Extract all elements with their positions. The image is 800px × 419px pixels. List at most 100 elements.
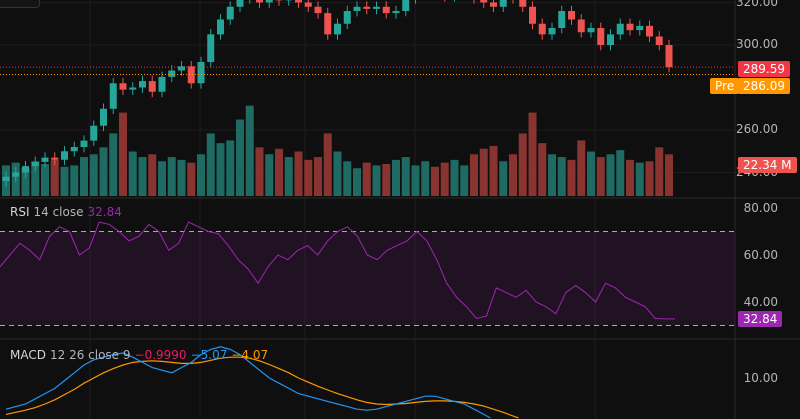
volume-bar xyxy=(411,165,420,196)
candle-body xyxy=(343,11,351,24)
volume-bar xyxy=(596,157,605,196)
candle-body xyxy=(538,23,546,35)
volume-bar xyxy=(616,150,625,196)
volume-bar xyxy=(343,161,352,196)
candle-body xyxy=(636,25,644,31)
candle-body xyxy=(265,0,273,3)
rsi-axis-40: 40.00 xyxy=(743,295,778,309)
candle-body xyxy=(158,76,166,92)
candle-body xyxy=(12,172,20,177)
candle-body xyxy=(51,157,59,160)
macd-legend[interactable]: MACD 12 26 close 9 −0.9990 −5.07 −4.07 xyxy=(10,348,272,362)
candle-body xyxy=(187,66,195,84)
volume-bar xyxy=(655,147,664,196)
volume-bar xyxy=(548,154,556,196)
candle-body xyxy=(314,6,322,14)
candle-body xyxy=(353,6,361,11)
toolbar-button[interactable] xyxy=(0,0,40,8)
candle-body xyxy=(2,176,10,181)
candle-body xyxy=(665,45,673,68)
candle-body xyxy=(295,0,302,3)
volume-bar xyxy=(509,154,517,196)
volume-bar xyxy=(216,143,225,196)
volume-bar xyxy=(440,162,449,196)
candle-body xyxy=(148,81,156,92)
volume-bar xyxy=(362,162,371,196)
candle-body xyxy=(363,6,371,9)
volume-bar xyxy=(70,165,79,196)
candle-body xyxy=(197,62,205,84)
macd-params: 12 26 close 9 xyxy=(49,348,131,362)
candle-body xyxy=(616,23,624,35)
volume-bar xyxy=(489,145,498,196)
candle-body xyxy=(31,161,39,167)
volume-bar xyxy=(80,157,88,196)
candle-body xyxy=(256,0,263,3)
volume-bar xyxy=(518,133,527,196)
volume-bar xyxy=(245,105,254,196)
volume-bar xyxy=(382,164,391,196)
volume-bar xyxy=(353,168,361,196)
candle-body xyxy=(119,83,127,90)
rsi-params: 14 close xyxy=(33,205,84,219)
rsi-value-tag: 32.84 xyxy=(738,311,783,327)
volume-bar xyxy=(460,165,469,196)
volume-bar xyxy=(275,148,283,196)
volume-bar xyxy=(177,159,186,196)
candle-body xyxy=(109,83,117,109)
volume-bar xyxy=(665,154,673,196)
premarket-price-tag: 286.09 xyxy=(738,78,790,94)
candle-body xyxy=(402,0,410,11)
candle-body xyxy=(519,0,527,7)
candle-body xyxy=(22,166,29,173)
volume-bar xyxy=(206,133,215,196)
volume-bar xyxy=(265,154,274,196)
volume-bar xyxy=(128,151,137,196)
volume-bar xyxy=(567,159,576,196)
candle-body xyxy=(207,34,215,62)
rsi-axis-60: 60.00 xyxy=(743,248,778,262)
candle-body xyxy=(655,36,663,45)
volume-bar xyxy=(89,154,98,196)
candle-body xyxy=(41,157,49,162)
rsi-band xyxy=(0,231,735,326)
candle-body xyxy=(373,6,380,9)
price-axis-label: 260.00 xyxy=(736,122,778,136)
volume-bar xyxy=(626,159,634,196)
premarket-label: Pre xyxy=(710,78,740,94)
volume-bar xyxy=(645,161,654,196)
volume-bar xyxy=(635,162,644,196)
volume-bar xyxy=(294,151,303,196)
volume-bar xyxy=(41,164,49,196)
volume-bar xyxy=(479,148,488,196)
candle-body xyxy=(646,25,653,37)
candle-body xyxy=(587,28,595,33)
candle-body xyxy=(490,2,497,7)
volume-bar xyxy=(323,133,332,196)
rsi-axis-80: 80.00 xyxy=(743,201,778,215)
volume-bar xyxy=(314,157,322,196)
volume-bar xyxy=(392,159,400,196)
volume-bar xyxy=(431,166,439,196)
candle-body xyxy=(577,19,585,33)
candle-body xyxy=(304,2,312,7)
candle-body xyxy=(217,19,224,35)
rsi-legend[interactable]: RSI 14 close 32.84 xyxy=(10,205,126,219)
candle-body xyxy=(90,125,98,141)
candle-body xyxy=(392,11,400,14)
volume-bar xyxy=(50,159,59,196)
volume-bar xyxy=(60,166,69,196)
volume-tag: 22.34 M xyxy=(738,157,797,173)
volume-bar xyxy=(577,140,586,196)
candle-body xyxy=(324,13,332,35)
volume-bar xyxy=(99,147,108,196)
candle-body xyxy=(607,34,614,45)
candle-body xyxy=(597,28,605,45)
candle-body xyxy=(100,108,107,126)
volume-bar xyxy=(587,151,595,196)
candle-body xyxy=(129,87,137,90)
volume-bar xyxy=(167,157,176,196)
candle-body xyxy=(529,6,536,24)
candle-body xyxy=(626,23,634,31)
candle-body xyxy=(382,6,390,14)
